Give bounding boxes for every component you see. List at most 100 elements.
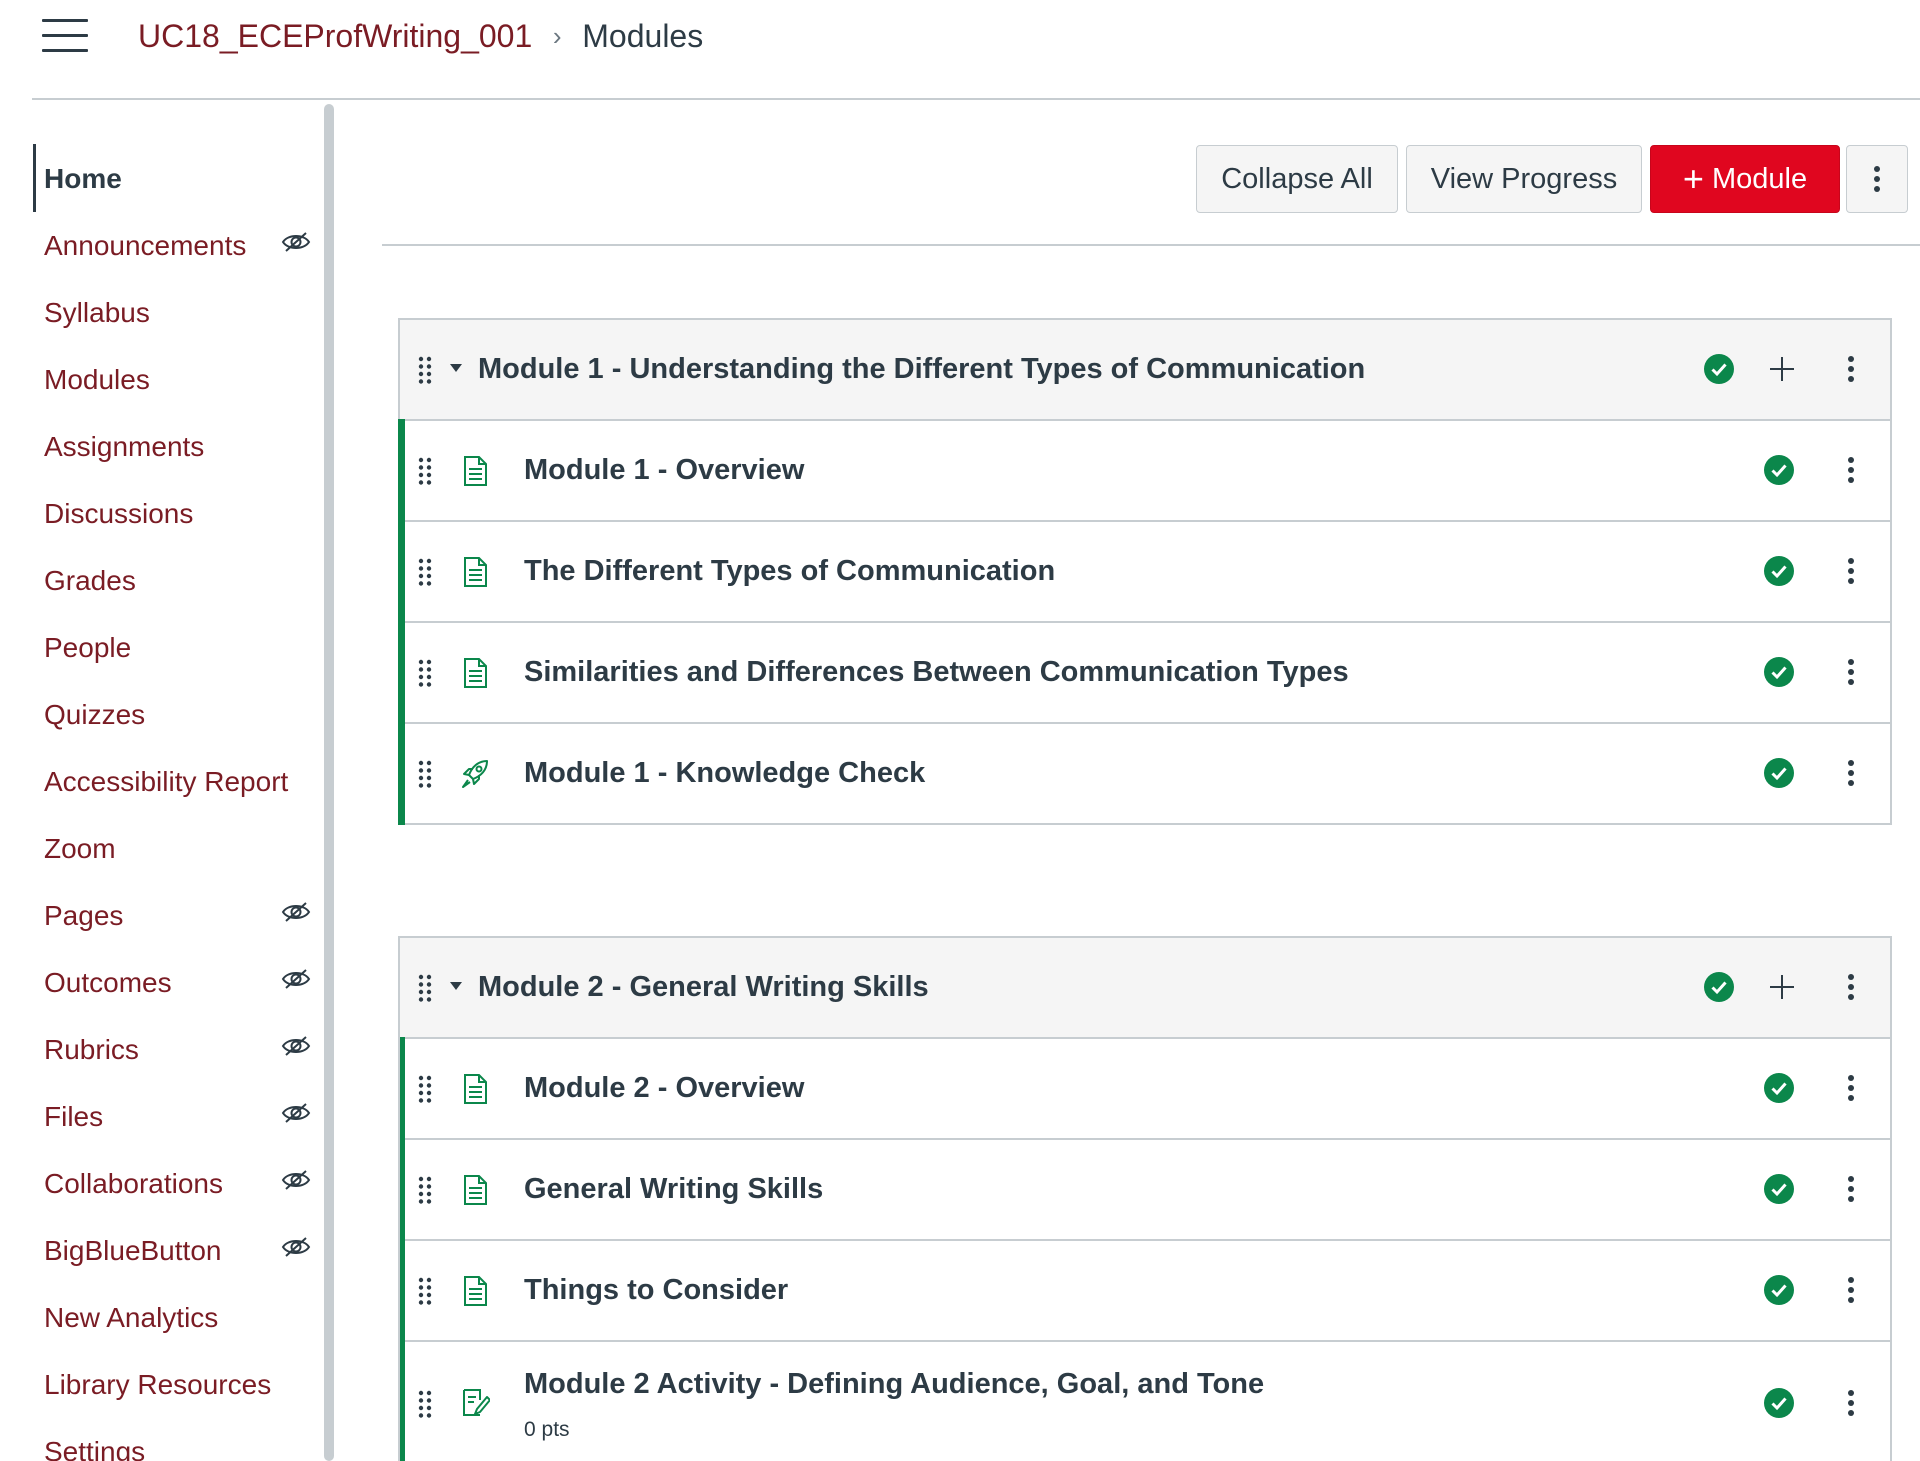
published-check-icon[interactable] [1764, 758, 1794, 788]
item-kebab-icon[interactable] [1847, 557, 1855, 585]
nav-item-modules[interactable]: Modules [44, 355, 314, 405]
plus-icon: + [1682, 158, 1704, 199]
module-item-title[interactable]: The Different Types of Communication [524, 522, 1055, 621]
nav-item-outcomes[interactable]: Outcomes [44, 958, 314, 1008]
module-item-title[interactable]: Module 1 - Overview [524, 421, 804, 520]
nav-item-accessibility-report[interactable]: Accessibility Report [44, 757, 314, 807]
item-kebab-icon[interactable] [1847, 658, 1855, 686]
drag-handle-icon[interactable] [418, 558, 432, 586]
item-kebab-icon[interactable] [1847, 456, 1855, 484]
nav-item-settings[interactable]: Settings [44, 1427, 314, 1461]
item-kebab-icon[interactable] [1847, 1074, 1855, 1102]
module-item[interactable]: Module 1 - Overview [398, 419, 1890, 522]
module-1: Module 1 - Understanding the Different T… [398, 318, 1892, 825]
drag-handle-icon[interactable] [418, 760, 432, 788]
hidden-eye-icon [281, 1170, 311, 1190]
drag-handle-icon[interactable] [418, 1277, 432, 1305]
drag-handle-icon[interactable] [418, 974, 432, 1002]
nav-item-syllabus[interactable]: Syllabus [44, 288, 314, 338]
nav-item-rubrics[interactable]: Rubrics [44, 1025, 314, 1075]
nav-item-announcements[interactable]: Announcements [44, 221, 314, 271]
points-label: 0 pts [524, 1418, 570, 1441]
nav-active-indicator [33, 144, 36, 212]
nav-item-zoom[interactable]: Zoom [44, 824, 314, 874]
nav-item-collaborations[interactable]: Collaborations [44, 1159, 314, 1209]
module-item[interactable]: General Writing Skills [400, 1138, 1890, 1241]
drag-handle-icon[interactable] [418, 1390, 432, 1418]
add-module-button[interactable]: + Module [1650, 145, 1840, 213]
nav-item-library-resources[interactable]: Library Resources [44, 1360, 314, 1410]
module-2: Module 2 - General Writing Skills Module… [398, 936, 1892, 1461]
module-item-title[interactable]: General Writing Skills [524, 1140, 823, 1239]
nav-item-home[interactable]: Home [44, 154, 314, 204]
drag-handle-icon[interactable] [418, 1176, 432, 1204]
add-item-plus-icon[interactable] [1769, 974, 1795, 1000]
collapse-all-button[interactable]: Collapse All [1196, 145, 1398, 213]
course-options-kebab-button[interactable] [1846, 145, 1908, 213]
hidden-eye-icon [281, 1103, 311, 1123]
page-icon [464, 557, 487, 587]
toolbar-divider [382, 244, 1920, 246]
module-item-title[interactable]: Module 2 Activity - Defining Audience, G… [524, 1368, 1264, 1401]
module-item[interactable]: Module 1 - Knowledge Check [398, 722, 1890, 825]
nav-item-bigbluebutton[interactable]: BigBlueButton [44, 1226, 314, 1276]
nav-item-people[interactable]: People [44, 623, 314, 673]
assignment-icon [463, 1389, 490, 1416]
view-progress-button[interactable]: View Progress [1406, 145, 1642, 213]
nav-item-assignments[interactable]: Assignments [44, 422, 314, 472]
item-kebab-icon[interactable] [1847, 1389, 1855, 1417]
module-item[interactable]: Module 2 Activity - Defining Audience, G… [400, 1340, 1890, 1461]
module-item-title[interactable]: Similarities and Differences Between Com… [524, 623, 1349, 722]
page-icon [464, 1276, 487, 1306]
module-item-title[interactable]: Module 2 - Overview [524, 1039, 804, 1138]
module-item[interactable]: Module 2 - Overview [400, 1037, 1890, 1140]
module-item[interactable]: Similarities and Differences Between Com… [398, 621, 1890, 724]
drag-handle-icon[interactable] [418, 659, 432, 687]
collapse-caret-icon[interactable] [450, 982, 462, 990]
module-item[interactable]: Things to Consider [400, 1239, 1890, 1342]
nav-item-files[interactable]: Files [44, 1092, 314, 1142]
module-item-title[interactable]: Things to Consider [524, 1241, 788, 1340]
module-item[interactable]: The Different Types of Communication [398, 520, 1890, 623]
module-header[interactable]: Module 2 - General Writing Skills [400, 938, 1890, 1039]
nav-item-new-analytics[interactable]: New Analytics [44, 1293, 314, 1343]
nav-scrollbar[interactable] [324, 104, 334, 1461]
breadcrumb-separator-icon: › [552, 20, 562, 51]
page-icon [464, 658, 487, 688]
nav-item-quizzes[interactable]: Quizzes [44, 690, 314, 740]
module-item-title[interactable]: Module 1 - Knowledge Check [524, 724, 925, 823]
nav-item-discussions[interactable]: Discussions [44, 489, 314, 539]
module-kebab-icon[interactable] [1847, 973, 1855, 1001]
published-check-icon[interactable] [1764, 1275, 1794, 1305]
breadcrumb-course-link[interactable]: UC18_ECEProfWriting_001 [138, 18, 532, 55]
item-kebab-icon[interactable] [1847, 759, 1855, 787]
hidden-eye-icon [281, 969, 311, 989]
drag-handle-icon[interactable] [418, 1075, 432, 1103]
top-header: UC18_ECEProfWriting_001 › Modules [0, 0, 1920, 100]
published-check-icon[interactable] [1764, 1174, 1794, 1204]
add-item-plus-icon[interactable] [1769, 356, 1795, 382]
module-title: Module 1 - Understanding the Different T… [478, 353, 1366, 385]
published-check-icon[interactable] [1764, 556, 1794, 586]
nav-item-grades[interactable]: Grades [44, 556, 314, 606]
published-check-icon[interactable] [1764, 1388, 1794, 1418]
header-divider [32, 98, 1920, 100]
item-kebab-icon[interactable] [1847, 1175, 1855, 1203]
module-title: Module 2 - General Writing Skills [478, 971, 929, 1003]
published-check-icon[interactable] [1764, 455, 1794, 485]
hamburger-menu-icon[interactable] [42, 19, 88, 53]
drag-handle-icon[interactable] [418, 356, 432, 384]
drag-handle-icon[interactable] [418, 457, 432, 485]
module-kebab-icon[interactable] [1847, 355, 1855, 383]
hidden-eye-icon [281, 1237, 311, 1257]
page-icon [464, 1074, 487, 1104]
item-kebab-icon[interactable] [1847, 1276, 1855, 1304]
breadcrumb-current: Modules [582, 17, 704, 54]
collapse-caret-icon[interactable] [450, 364, 462, 372]
nav-item-pages[interactable]: Pages [44, 891, 314, 941]
published-check-icon[interactable] [1764, 657, 1794, 687]
published-check-icon[interactable] [1764, 1073, 1794, 1103]
published-check-icon[interactable] [1704, 972, 1734, 1002]
published-check-icon[interactable] [1704, 354, 1734, 384]
module-header[interactable]: Module 1 - Understanding the Different T… [400, 320, 1890, 421]
